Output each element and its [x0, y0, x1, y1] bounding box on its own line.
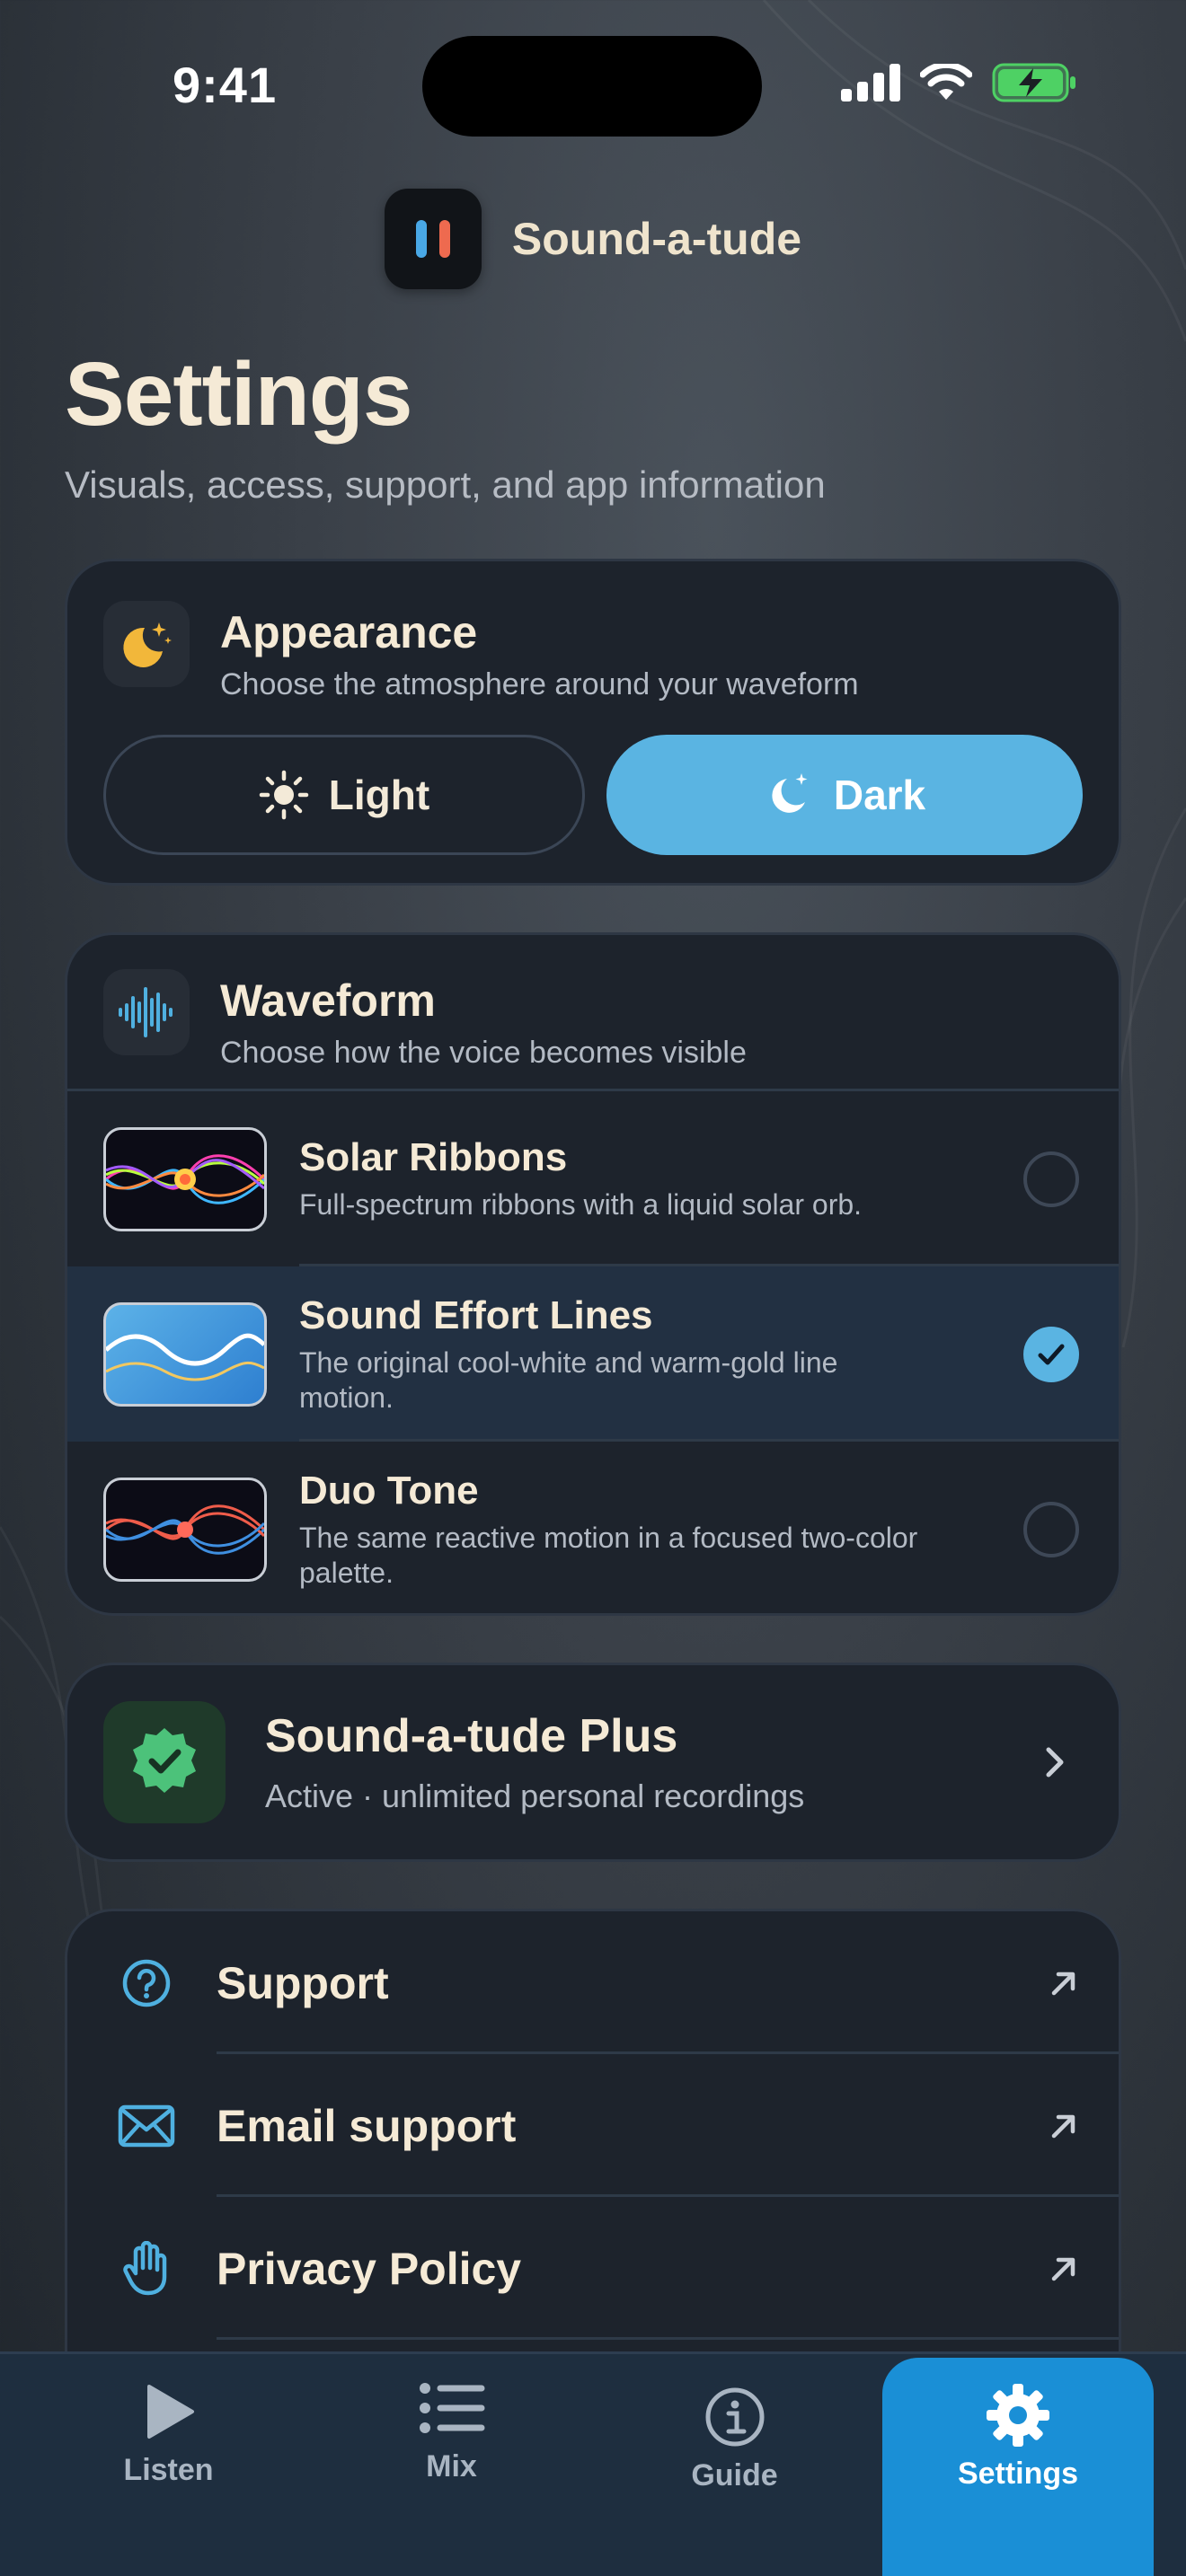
- appearance-description: Choose the atmosphere around your wavefo…: [220, 667, 859, 701]
- links-card: Support Email support Privacy Policy: [65, 1909, 1121, 2412]
- hand-icon: [116, 2238, 177, 2299]
- tab-listen[interactable]: Listen: [27, 2354, 310, 2488]
- envelope-icon: [116, 2095, 177, 2157]
- waveform-icon: [103, 969, 190, 1055]
- status-time: 9:41: [173, 57, 278, 113]
- verified-badge-icon: [103, 1701, 226, 1823]
- moon-stars-icon: [103, 601, 190, 687]
- battery-charging-icon: [992, 63, 1075, 102]
- page-subtitle: Visuals, access, support, and app inform…: [65, 463, 826, 506]
- dynamic-island: [422, 36, 762, 137]
- appearance-card: Appearance Choose the atmosphere around …: [65, 559, 1121, 886]
- question-circle-icon: [116, 1953, 177, 2014]
- duo-tone-description: The same reactive motion in a focused tw…: [299, 1521, 918, 1589]
- moon-icon: [772, 773, 808, 813]
- waveform-option-duo-tone[interactable]: Duo Tone The same reactive motion in a f…: [67, 1442, 1119, 1613]
- tab-settings[interactable]: Settings: [882, 2358, 1154, 2576]
- tab-listen-label: Listen: [123, 2453, 214, 2487]
- email-support-label: Email support: [217, 2100, 517, 2151]
- sound-effort-lines-thumbnail: [103, 1301, 267, 1407]
- app-name: Sound-a-tude: [511, 214, 802, 264]
- tab-guide[interactable]: Guide: [593, 2354, 876, 2493]
- dark-mode-label: Dark: [833, 772, 926, 818]
- chevron-right-icon: [1046, 1747, 1064, 1778]
- privacy-policy-link[interactable]: Privacy Policy: [67, 2197, 1119, 2340]
- duo-tone-thumbnail: [103, 1477, 267, 1582]
- support-label: Support: [217, 1957, 389, 2008]
- light-mode-button[interactable]: Light: [103, 735, 585, 855]
- light-mode-label: Light: [328, 772, 430, 818]
- waveform-description: Choose how the voice becomes visible: [220, 1036, 747, 1070]
- solar-ribbons-title: Solar Ribbons: [299, 1135, 568, 1179]
- page-title: Settings: [65, 344, 412, 445]
- solar-ribbons-radio[interactable]: [1023, 1151, 1079, 1207]
- waveform-title: Waveform: [220, 975, 436, 1026]
- duo-tone-title: Duo Tone: [299, 1468, 479, 1513]
- external-arrow-icon: [1051, 1972, 1075, 1995]
- plus-title: Sound-a-tude Plus: [265, 1710, 678, 1762]
- play-icon: [142, 2378, 196, 2446]
- plus-card[interactable]: Sound-a-tude Plus Active · unlimited per…: [65, 1663, 1121, 1862]
- tab-mix[interactable]: Mix: [310, 2354, 593, 2484]
- status-bar: 9:41: [0, 0, 1186, 180]
- dark-mode-button[interactable]: Dark: [606, 735, 1083, 855]
- privacy-policy-label: Privacy Policy: [217, 2243, 522, 2294]
- plus-description: Active · unlimited personal recordings: [265, 1778, 805, 1814]
- tab-mix-label: Mix: [426, 2449, 477, 2483]
- solar-ribbons-description: Full-spectrum ribbons with a liquid sola…: [299, 1188, 863, 1221]
- sound-effort-lines-description: The original cool-white and warm-gold li…: [299, 1345, 838, 1414]
- appearance-segmented-control: Light Dark: [67, 702, 1119, 883]
- checkmark-icon: [1038, 1344, 1065, 1364]
- tab-settings-label: Settings: [957, 2457, 1079, 2491]
- appearance-title: Appearance: [220, 607, 478, 657]
- duo-tone-radio[interactable]: [1023, 1501, 1079, 1557]
- support-link[interactable]: Support: [67, 1911, 1119, 2054]
- info-icon: [704, 2383, 766, 2451]
- gear-icon: [985, 2381, 1051, 2449]
- waveform-card: Waveform Choose how the voice becomes vi…: [65, 932, 1121, 1616]
- waveform-option-sound-effort-lines[interactable]: Sound Effort Lines The original cool-whi…: [67, 1266, 1119, 1442]
- sound-effort-lines-radio[interactable]: [1023, 1326, 1079, 1382]
- app-header: Sound-a-tude: [0, 189, 1186, 289]
- cellular-signal-icon: [841, 64, 900, 101]
- app-logo-icon: [384, 189, 482, 289]
- sun-icon: [259, 770, 309, 820]
- email-support-link[interactable]: Email support: [67, 2054, 1119, 2197]
- external-arrow-icon: [1051, 2114, 1075, 2138]
- waveform-option-solar-ribbons[interactable]: Solar Ribbons Full-spectrum ribbons with…: [67, 1091, 1119, 1266]
- solar-ribbons-thumbnail: [103, 1126, 267, 1231]
- external-arrow-icon: [1051, 2257, 1075, 2280]
- sound-effort-lines-title: Sound Effort Lines: [299, 1292, 653, 1337]
- status-icons: [841, 63, 1076, 102]
- wifi-icon: [920, 64, 972, 100]
- tab-bar: Listen Mix Guide Settings: [0, 2351, 1186, 2576]
- tab-guide-label: Guide: [691, 2458, 778, 2492]
- list-icon: [419, 2374, 485, 2442]
